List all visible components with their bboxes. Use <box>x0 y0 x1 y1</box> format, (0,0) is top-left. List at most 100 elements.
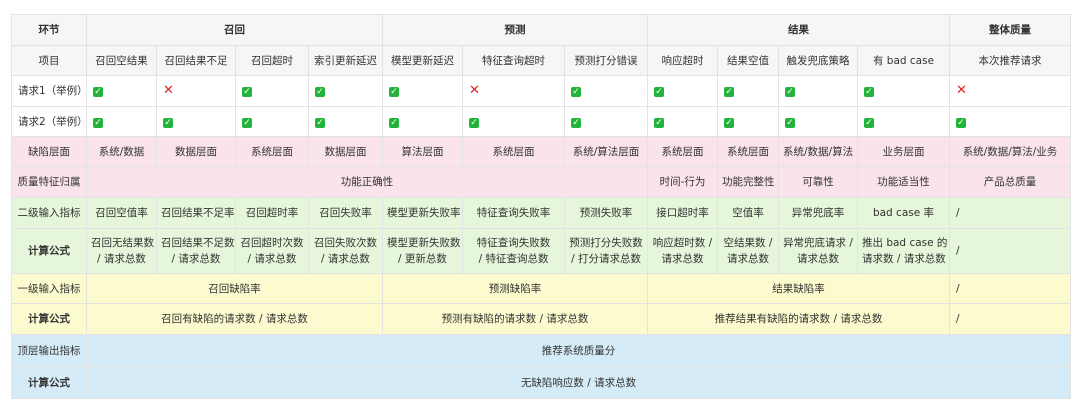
formula-line: 召回结果不足数 <box>161 237 235 249</box>
table-cell: 预测缺陷率 <box>382 273 648 304</box>
status-cell: ✕ <box>462 75 565 107</box>
row-label: 项目 <box>11 45 87 76</box>
table-cell: 系统/算法层面 <box>564 136 648 167</box>
table-cell: 预测失败率 <box>564 197 648 229</box>
table-row: 请求2（举例） ✓ ✓ ✓ ✓ ✓ ✓ ✓ ✓ ✓ ✓ ✓ ✓ <box>11 106 1071 137</box>
table-cell: 系统层面 <box>462 136 565 167</box>
formula-cell: 空结果数 / 请求总数 <box>717 228 779 274</box>
formula-line: / 请求总数 <box>247 253 297 265</box>
table-cell: 预测有缺陷的请求数 / 请求总数 <box>382 303 648 335</box>
row-label: 二级输入指标 <box>11 197 87 229</box>
formula-line: 请求总数 <box>727 253 769 265</box>
table-cell: 结果缺陷率 <box>647 273 950 304</box>
table-row: 二级输入指标 召回空值率 召回结果不足率 召回超时率 召回失败率 模型更新失败率 特征查询失… <box>11 197 1071 229</box>
check-icon: ✓ <box>864 117 874 128</box>
formula-cell: 预测打分失败数 / 打分请求总数 <box>564 228 648 274</box>
status-cell: ✓ <box>647 106 718 137</box>
check-icon: ✓ <box>469 117 479 128</box>
formula-cell: 响应超时数 / 请求总数 <box>647 228 718 274</box>
row-label: 顶层输出指标 <box>11 334 87 367</box>
check-icon: ✓ <box>163 117 173 128</box>
table-cell: 接口超时率 <box>647 197 718 229</box>
table-cell: 空值率 <box>717 197 779 229</box>
formula-line: 请求总数 <box>797 253 839 265</box>
table-cell: 模型更新失败率 <box>382 197 463 229</box>
table-cell: 算法层面 <box>382 136 463 167</box>
table-row: 缺陷层面 系统/数据 数据层面 系统层面 数据层面 算法层面 系统层面 系统/算法层面 系统层面… <box>11 136 1071 167</box>
row-label: 环节 <box>11 14 87 46</box>
check-icon: ✓ <box>389 117 399 128</box>
row-label: 缺陷层面 <box>11 136 87 167</box>
formula-line: 请求总数 <box>661 253 704 265</box>
status-cell: ✓ <box>857 75 950 107</box>
table-cell: 系统层面 <box>647 136 718 167</box>
cross-icon: ✕ <box>956 83 967 98</box>
table-body: 环节 召回 预测 结果 整体质量 项目 召回空结果 召回结果不足 召回超时 索引更新延迟 模型更新延… <box>11 14 1071 399</box>
formula-line: 召回超时次数 <box>240 237 304 249</box>
formula-line: 预测打分失败数 <box>569 237 643 249</box>
table-cell: / <box>949 273 1071 304</box>
item-header: 特征查询超时 <box>462 45 565 76</box>
check-icon: ✓ <box>315 87 325 97</box>
table-row: 计算公式 无缺陷响应数 / 请求总数 <box>11 366 1071 399</box>
row-label: 计算公式 <box>11 303 87 335</box>
table-cell: 召回结果不足率 <box>156 197 236 229</box>
table-cell: 数据层面 <box>308 136 383 167</box>
status-cell: ✕ <box>949 75 1071 107</box>
table-cell: 功能正确性 <box>86 166 648 198</box>
formula-cell: 召回结果不足数 / 请求总数 <box>156 228 236 274</box>
table-row: 顶层输出指标 推荐系统质量分 <box>11 334 1071 367</box>
formula-cell: 召回无结果数 / 请求总数 <box>86 228 157 274</box>
status-cell: ✓ <box>564 75 648 107</box>
status-cell: ✓ <box>647 75 718 107</box>
row-label: 一级输入指标 <box>11 273 87 304</box>
status-cell: ✓ <box>382 75 463 107</box>
status-cell: ✓ <box>949 106 1071 137</box>
formula-cell: 召回失败次数 / 请求总数 <box>308 228 383 274</box>
formula-line: 空结果数 / <box>723 237 773 249</box>
formula-line: 召回失败次数 <box>314 237 377 249</box>
status-cell: ✓ <box>462 106 565 137</box>
status-cell: ✓ <box>717 75 779 107</box>
table-cell: 可靠性 <box>778 166 858 198</box>
table-cell: 召回空值率 <box>86 197 157 229</box>
formula-cell: 推出 bad case 的请求数 / 请求总数 <box>857 228 950 274</box>
item-header: 模型更新延迟 <box>382 45 463 76</box>
row-label: 计算公式 <box>11 366 87 399</box>
status-cell: ✓ <box>717 106 779 137</box>
row-label: 请求2（举例） <box>11 106 87 137</box>
table-cell: / <box>949 197 1071 229</box>
formula-line: / 打分请求总数 <box>571 253 641 265</box>
table-cell: 产品总质量 <box>949 166 1071 198</box>
status-cell: ✓ <box>156 106 236 137</box>
table-row: 环节 召回 预测 结果 整体质量 <box>11 14 1071 46</box>
table-cell: 召回有缺陷的请求数 / 请求总数 <box>86 303 383 335</box>
item-header: 召回结果不足 <box>156 45 236 76</box>
formula-line: / 更新总数 <box>398 253 447 265</box>
check-icon: ✓ <box>864 87 874 97</box>
status-cell: ✓ <box>235 75 309 107</box>
table-row: 质量特征归属 功能正确性 时间-行为 功能完整性 可靠性 功能适当性 产品总质量 <box>11 166 1071 198</box>
formula-line: 模型更新失败数 <box>387 237 461 249</box>
check-icon: ✓ <box>785 117 795 128</box>
stage-header: 结果 <box>647 14 950 46</box>
table-cell: 功能完整性 <box>717 166 779 198</box>
table-cell: 数据层面 <box>156 136 236 167</box>
table-cell: 功能适当性 <box>857 166 950 198</box>
item-header: 本次推荐请求 <box>949 45 1071 76</box>
status-cell: ✓ <box>778 106 858 137</box>
table-cell: 召回超时率 <box>235 197 309 229</box>
check-icon: ✓ <box>654 117 664 128</box>
table-cell: bad case 率 <box>857 197 950 229</box>
table-cell: 无缺陷响应数 / 请求总数 <box>86 366 1071 399</box>
table-cell: 业务层面 <box>857 136 950 167</box>
table-row: 一级输入指标 召回缺陷率 预测缺陷率 结果缺陷率 / <box>11 273 1071 304</box>
status-cell: ✓ <box>308 106 383 137</box>
status-cell: ✓ <box>778 75 858 107</box>
formula-line: / 请求总数 <box>97 253 146 265</box>
check-icon: ✓ <box>242 87 252 97</box>
check-icon: ✓ <box>785 87 795 97</box>
check-icon: ✓ <box>571 117 581 128</box>
formula-cell: 特征查询失败数 / 特征查询总数 <box>462 228 565 274</box>
status-cell: ✕ <box>156 75 236 107</box>
